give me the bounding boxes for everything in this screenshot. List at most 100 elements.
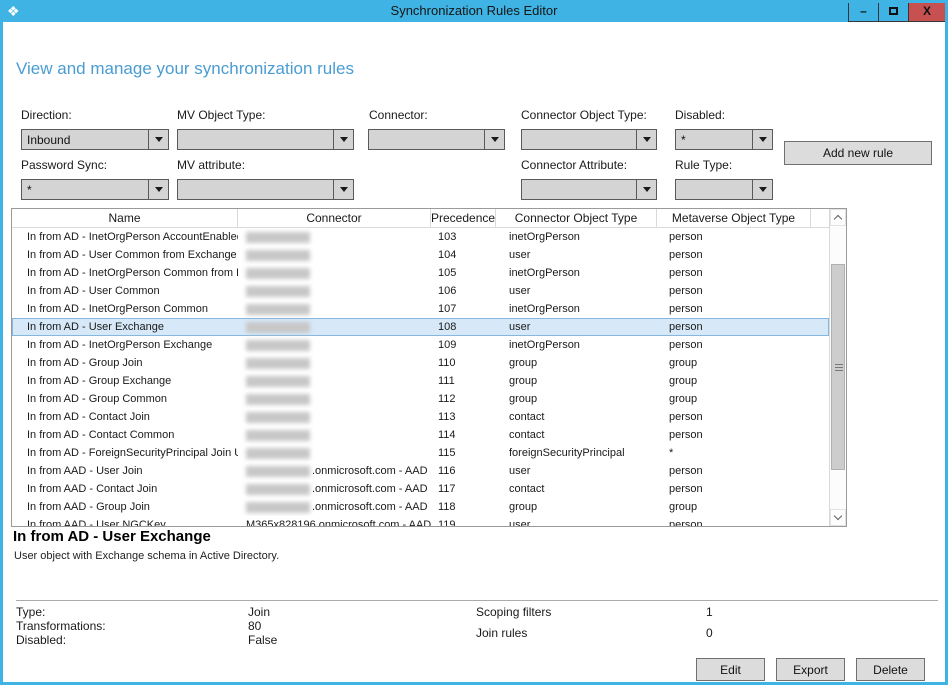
scroll-down-button[interactable]: [830, 509, 846, 526]
rule-type-dropdown-arrow[interactable]: [752, 180, 772, 199]
rule-connector-object-type-cell: contact: [496, 480, 657, 498]
rule-type-dropdown[interactable]: [675, 179, 773, 200]
disabled-value: False: [248, 633, 277, 647]
connector-attribute-dropdown-arrow[interactable]: [636, 180, 656, 199]
rule-connector-object-type-cell: user: [496, 318, 657, 336]
table-row[interactable]: In from AD - Contact Join 113 contact pe…: [12, 408, 829, 426]
rule-name-cell: In from AD - Group Join: [12, 354, 238, 372]
maximize-button[interactable]: [878, 0, 909, 22]
rule-metaverse-object-type-cell: group: [657, 498, 811, 516]
direction-dropdown-arrow[interactable]: [148, 130, 168, 149]
rule-name-cell: In from AD - User Exchange: [12, 318, 238, 336]
rule-name-cell: In from AD - Contact Common: [12, 426, 238, 444]
rule-name-cell: In from AAD - User Join: [12, 462, 238, 480]
password-sync-label: Password Sync:: [21, 158, 107, 172]
rule-connector-cell: .onmicrosoft.com - AAD: [238, 480, 431, 498]
column-header-metaverse-object-type[interactable]: Metaverse Object Type: [657, 209, 811, 227]
table-row[interactable]: In from AD - Contact Common 114 contact …: [12, 426, 829, 444]
table-row[interactable]: In from AAD - Group Join .onmicrosoft.co…: [12, 498, 829, 516]
rule-connector-cell: [238, 390, 431, 408]
close-button[interactable]: X: [908, 0, 946, 22]
redacted-connector-blur: [246, 484, 310, 495]
rule-metaverse-object-type-cell: person: [657, 264, 811, 282]
rule-name-cell: In from AD - InetOrgPerson Exchange: [12, 336, 238, 354]
rule-precedence-cell: 109: [431, 336, 496, 354]
table-row[interactable]: In from AAD - Contact Join .onmicrosoft.…: [12, 480, 829, 498]
connector-object-type-label: Connector Object Type:: [521, 108, 647, 122]
rule-precedence-cell: 115: [431, 444, 496, 462]
minimize-icon: –: [860, 4, 867, 18]
delete-button-label: Delete: [873, 663, 908, 677]
rule-name-cell: In from AAD - Contact Join: [12, 480, 238, 498]
join-rules-label: Join rules: [476, 626, 527, 640]
table-row[interactable]: In from AD - InetOrgPerson Common from E…: [12, 264, 829, 282]
disabled-dropdown-arrow[interactable]: [752, 130, 772, 149]
page-title: View and manage your synchronization rul…: [16, 59, 354, 79]
table-row[interactable]: In from AD - InetOrgPerson Common 107 in…: [12, 300, 829, 318]
password-sync-dropdown[interactable]: *: [21, 179, 169, 200]
vertical-scrollbar[interactable]: [829, 209, 846, 526]
table-row[interactable]: In from AD - User Common 106 user person: [12, 282, 829, 300]
export-button[interactable]: Export: [776, 658, 845, 681]
rule-metaverse-object-type-cell: person: [657, 300, 811, 318]
rule-connector-object-type-cell: contact: [496, 426, 657, 444]
redacted-connector-blur: [246, 412, 310, 423]
column-header-precedence[interactable]: Precedence: [431, 209, 496, 227]
column-header-name[interactable]: Name: [12, 209, 238, 227]
direction-dropdown[interactable]: Inbound: [21, 129, 169, 150]
connector-object-type-dropdown[interactable]: [521, 129, 657, 150]
redacted-connector-blur: [246, 466, 310, 477]
connector-attribute-dropdown[interactable]: [521, 179, 657, 200]
mv-attribute-label: MV attribute:: [177, 158, 245, 172]
connector-object-type-dropdown-arrow[interactable]: [636, 130, 656, 149]
rule-connector-object-type-cell: foreignSecurityPrincipal: [496, 444, 657, 462]
disabled-dropdown[interactable]: *: [675, 129, 773, 150]
rule-name-cell: In from AD - Group Common: [12, 390, 238, 408]
rule-name-cell: In from AD - User Common from Exchange: [12, 246, 238, 264]
rule-metaverse-object-type-cell: person: [657, 282, 811, 300]
rule-precedence-cell: 111: [431, 372, 496, 390]
disabled-filter-label: Disabled:: [675, 108, 725, 122]
mv-attribute-dropdown-arrow[interactable]: [333, 180, 353, 199]
rule-connector-cell: [238, 372, 431, 390]
connector-dropdown-arrow[interactable]: [484, 130, 504, 149]
transformations-label: Transformations:: [16, 619, 106, 633]
column-header-connector[interactable]: Connector: [238, 209, 431, 227]
table-row[interactable]: In from AD - InetOrgPerson Exchange 109 …: [12, 336, 829, 354]
divider: [16, 600, 938, 601]
mv-attribute-value: [178, 180, 333, 199]
scrollbar-thumb[interactable]: [831, 264, 845, 470]
rule-connector-object-type-cell: inetOrgPerson: [496, 264, 657, 282]
scroll-up-button[interactable]: [830, 209, 846, 226]
mv-object-type-dropdown-arrow[interactable]: [333, 130, 353, 149]
rule-precedence-cell: 116: [431, 462, 496, 480]
minimize-button[interactable]: –: [848, 0, 879, 22]
table-row[interactable]: In from AD - InetOrgPerson AccountEnable…: [12, 228, 829, 246]
mv-attribute-dropdown[interactable]: [177, 179, 354, 200]
password-sync-dropdown-arrow[interactable]: [148, 180, 168, 199]
table-row[interactable]: In from AD - User Common from Exchange 1…: [12, 246, 829, 264]
redacted-connector-blur: [246, 340, 310, 351]
chevron-down-icon: [759, 187, 767, 192]
table-row[interactable]: In from AAD - User NGCKey M365x828196.on…: [12, 516, 829, 526]
add-new-rule-button[interactable]: Add new rule: [784, 141, 932, 165]
column-header-connector-object-type[interactable]: Connector Object Type: [496, 209, 657, 227]
connector-dropdown[interactable]: [368, 129, 505, 150]
chevron-down-icon: [643, 187, 651, 192]
table-row[interactable]: In from AD - Group Join 110 group group: [12, 354, 829, 372]
scoping-filters-label: Scoping filters: [476, 605, 551, 619]
titlebar[interactable]: ❖ Synchronization Rules Editor – X: [0, 0, 948, 22]
table-row[interactable]: In from AD - Group Common 112 group grou…: [12, 390, 829, 408]
table-row[interactable]: In from AD - Group Exchange 111 group gr…: [12, 372, 829, 390]
edit-button[interactable]: Edit: [696, 658, 765, 681]
chevron-down-icon: [491, 137, 499, 142]
table-row[interactable]: In from AD - ForeignSecurityPrincipal Jo…: [12, 444, 829, 462]
mv-object-type-dropdown[interactable]: [177, 129, 354, 150]
delete-button[interactable]: Delete: [856, 658, 925, 681]
rules-table: Name Connector Precedence Connector Obje…: [11, 208, 847, 527]
table-row[interactable]: In from AAD - User Join .onmicrosoft.com…: [12, 462, 829, 480]
table-row[interactable]: In from AD - User Exchange 108 user pers…: [12, 318, 829, 336]
redacted-connector-blur: [246, 232, 310, 243]
rule-metaverse-object-type-cell: person: [657, 228, 811, 246]
chevron-down-icon: [155, 137, 163, 142]
